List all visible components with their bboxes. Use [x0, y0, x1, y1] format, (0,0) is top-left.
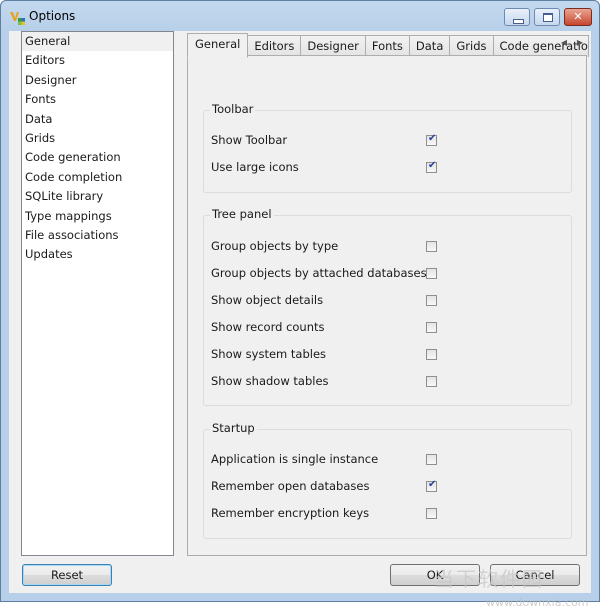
tab-control: General Editors Designer Fonts Data Grid…	[187, 31, 589, 556]
group-objects-by-type-checkbox[interactable]	[426, 241, 437, 252]
close-icon: ✕	[573, 10, 583, 23]
tab-general[interactable]: General	[187, 33, 249, 58]
show-system-tables-checkbox[interactable]	[426, 349, 437, 360]
category-type-mappings[interactable]: Type mappings	[22, 207, 173, 226]
window-title: Options	[29, 9, 76, 23]
group-title: Toolbar	[210, 102, 256, 116]
category-updates[interactable]: Updates	[22, 245, 173, 264]
group-objects-by-attached-databases-checkbox[interactable]	[426, 268, 437, 279]
group-title: Tree panel	[210, 207, 274, 221]
show-toolbar-checkbox[interactable]: ✔	[426, 133, 437, 146]
dialog-client: General Editors Designer Fonts Data Grid…	[9, 31, 591, 609]
minimize-button[interactable]	[504, 8, 530, 26]
option-label: Remember open databases	[211, 479, 370, 493]
options-window: Options ✕ General Editors Designer Fonts…	[0, 0, 600, 609]
tab-scroll-left-icon[interactable]: ◀	[557, 35, 571, 51]
tab-designer[interactable]: Designer	[300, 35, 366, 57]
option-label: Show Toolbar	[211, 133, 288, 147]
ok-button[interactable]: OK	[390, 564, 480, 586]
tab-data[interactable]: Data	[408, 35, 451, 57]
use-large-icons-checkbox[interactable]: ✔	[426, 160, 437, 173]
tree-panel-group: Tree panel Group objects by type Group o…	[203, 207, 572, 406]
maximize-icon	[543, 13, 553, 22]
tab-strip: General Editors Designer Fonts Data Grid…	[187, 33, 589, 58]
title-bar[interactable]: Options ✕	[1, 1, 599, 31]
show-object-details-checkbox[interactable]	[426, 295, 437, 306]
category-file-associations[interactable]: File associations	[22, 226, 173, 245]
show-record-counts-checkbox[interactable]	[426, 322, 437, 333]
category-code-completion[interactable]: Code completion	[22, 168, 173, 187]
tab-editors[interactable]: Editors	[247, 35, 302, 57]
category-general[interactable]: General	[22, 32, 173, 52]
tab-fonts[interactable]: Fonts	[364, 35, 410, 57]
option-label: Application is single instance	[211, 452, 379, 466]
category-grids[interactable]: Grids	[22, 129, 173, 148]
option-label: Show system tables	[211, 347, 327, 361]
category-list[interactable]: General Editors Designer Fonts Data Grid…	[21, 31, 174, 556]
toolbar-group: Toolbar Show Toolbar ✔ Use large icons ✔	[203, 102, 572, 193]
cancel-button[interactable]: Cancel	[490, 564, 580, 586]
category-data[interactable]: Data	[22, 110, 173, 129]
category-sqlite-library[interactable]: SQLite library	[22, 187, 173, 206]
category-code-generation[interactable]: Code generation	[22, 148, 173, 167]
show-shadow-tables-checkbox[interactable]	[426, 376, 437, 387]
maximize-button[interactable]	[534, 8, 560, 26]
remember-open-databases-checkbox[interactable]: ✔	[426, 479, 437, 492]
single-instance-checkbox[interactable]	[426, 454, 437, 465]
checkmark-icon: ✔	[428, 479, 437, 490]
option-label: Show object details	[211, 293, 324, 307]
category-fonts[interactable]: Fonts	[22, 90, 173, 109]
app-logo-icon	[10, 12, 25, 25]
option-label: Group objects by type	[211, 239, 339, 253]
option-label: Group objects by attached databases	[211, 266, 427, 280]
reset-button[interactable]: Reset	[22, 564, 112, 586]
checkmark-icon: ✔	[428, 133, 437, 144]
remember-encryption-keys-checkbox[interactable]	[426, 508, 437, 519]
tab-grids[interactable]: Grids	[449, 35, 494, 57]
checkmark-icon: ✔	[428, 160, 437, 171]
category-designer[interactable]: Designer	[22, 71, 173, 90]
category-editors[interactable]: Editors	[22, 51, 173, 70]
option-label: Show shadow tables	[211, 374, 329, 388]
option-label: Use large icons	[211, 160, 299, 174]
general-tab-page: Toolbar Show Toolbar ✔ Use large icons ✔…	[187, 55, 587, 556]
close-button[interactable]: ✕	[564, 8, 592, 26]
tab-scroll-right-icon[interactable]: ▶	[573, 35, 587, 51]
startup-group: Startup Application is single instance R…	[203, 421, 572, 539]
watermark-url: www.downxia.com	[486, 596, 589, 609]
option-label: Remember encryption keys	[211, 506, 370, 520]
minimize-icon	[513, 19, 524, 24]
option-label: Show record counts	[211, 320, 325, 334]
group-title: Startup	[210, 421, 257, 435]
